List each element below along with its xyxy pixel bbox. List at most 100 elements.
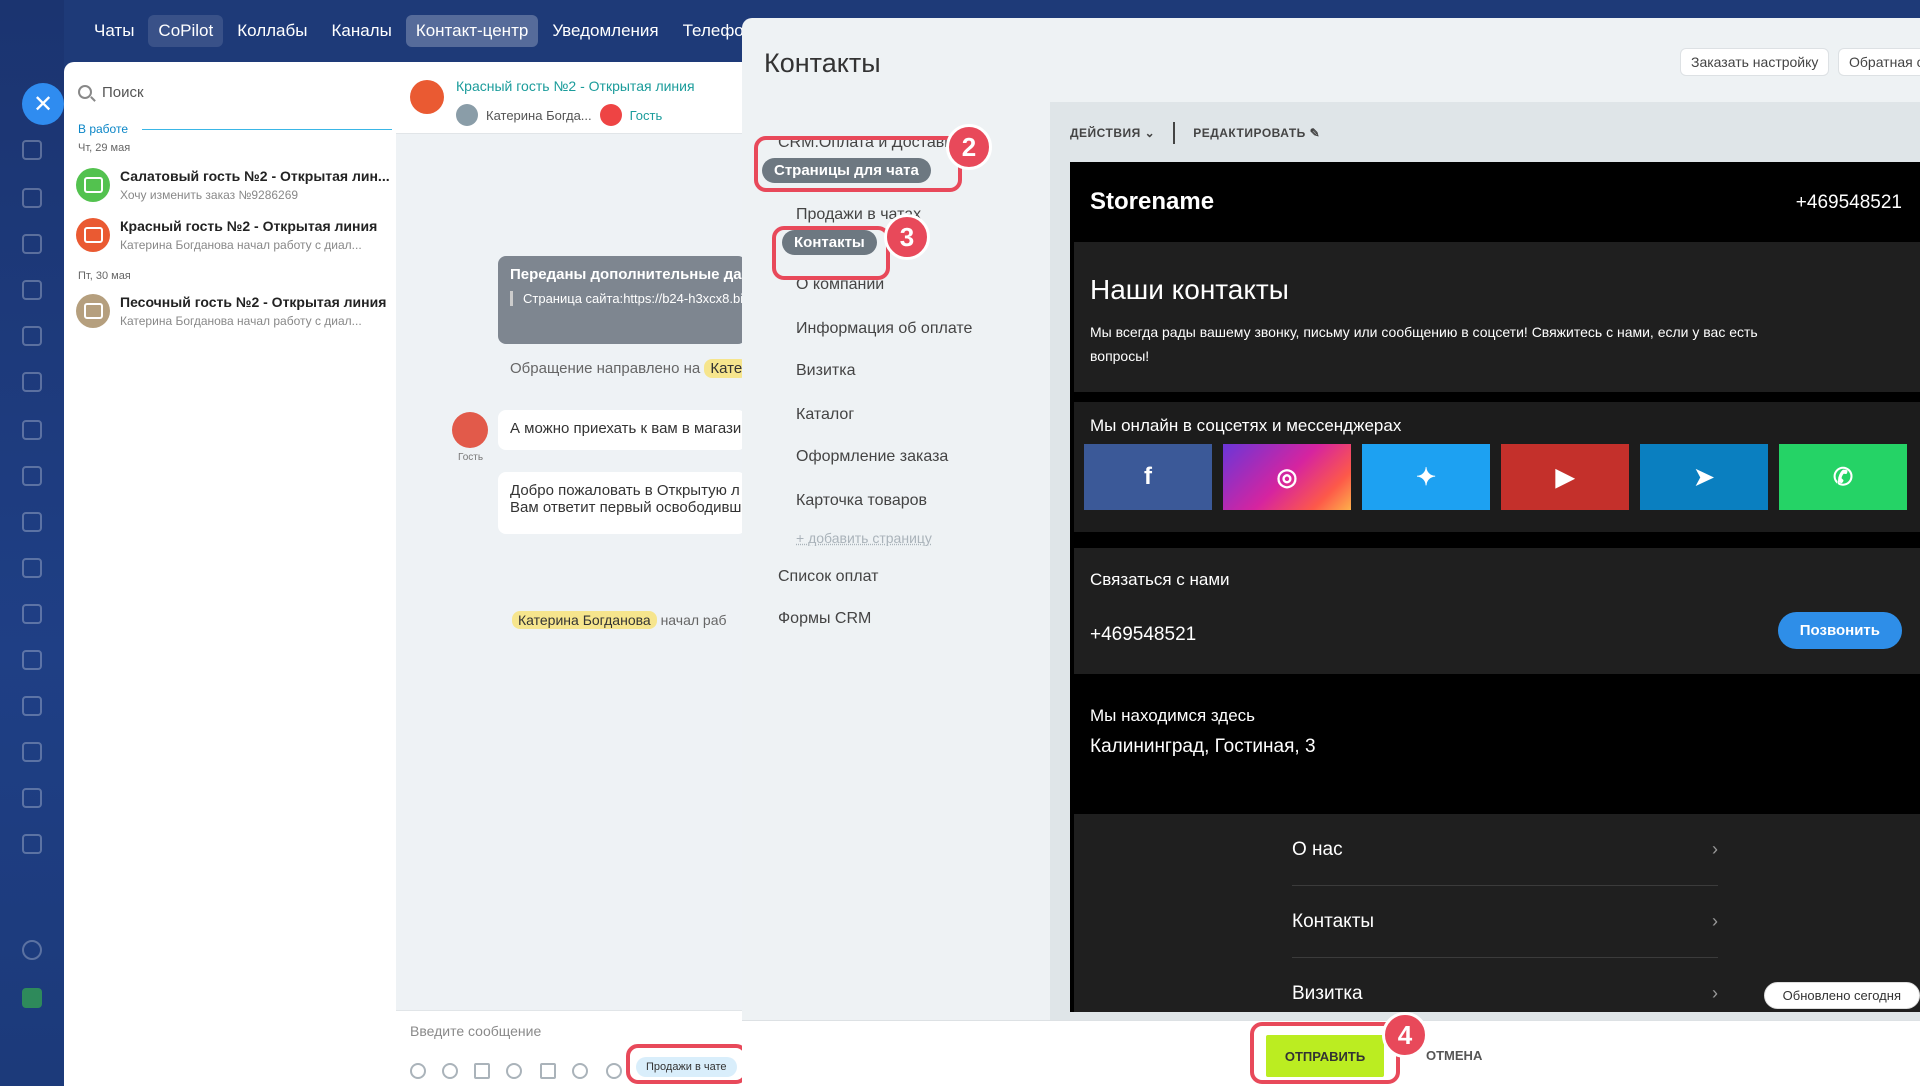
routing-note: Обращение направлено на Кате	[510, 359, 749, 378]
social-title: Мы онлайн в соцсетях и мессенджерах	[1090, 416, 1402, 435]
calendar-icon[interactable]	[540, 1063, 556, 1079]
chat-area: Красный гость №2 - Открытая линия Катери…	[396, 62, 749, 1086]
marketing-icon[interactable]	[22, 420, 42, 440]
nav-channels[interactable]: Каналы	[321, 15, 401, 47]
search-input[interactable]: Поиск	[78, 76, 378, 108]
twitter-icon[interactable]: ✦	[1362, 444, 1490, 510]
nav-collabs[interactable]: Коллабы	[227, 15, 317, 47]
call-button[interactable]: Позвонить	[1777, 612, 1902, 649]
close-icon[interactable]: ✕	[22, 83, 64, 125]
youtube-icon[interactable]: ▶	[1501, 444, 1629, 510]
contact-us-title: Связаться с нами	[1090, 570, 1230, 589]
facebook-icon[interactable]: f	[1084, 444, 1212, 510]
detail-link[interactable]: https://b24-h3xcx8.bi	[623, 291, 743, 306]
nav-row[interactable]: Визитка ›	[1292, 958, 1718, 1012]
callout-frame	[772, 226, 890, 280]
actions-label: ДЕЙСТВИЯ	[1070, 126, 1141, 140]
bot-icon[interactable]	[22, 604, 42, 624]
menu-business-card[interactable]: Визитка	[796, 362, 855, 380]
order-setup-button[interactable]: Заказать настройку	[1680, 48, 1830, 76]
calendar-icon[interactable]	[22, 234, 42, 254]
chevron-right-icon: ›	[1712, 983, 1718, 1003]
nav-row[interactable]: О нас ›	[1292, 814, 1718, 886]
menu-product-card[interactable]: Карточка товаров	[796, 492, 927, 510]
guest-label: Гость	[458, 452, 484, 463]
nav-row[interactable]: Контакты ›	[1292, 886, 1718, 958]
edit-button[interactable]: РЕДАКТИРОВАТЬ ✎	[1193, 126, 1320, 140]
feedback-button[interactable]: Обратная с	[1838, 48, 1920, 76]
sites-icon[interactable]	[22, 650, 42, 670]
app2-icon[interactable]	[22, 834, 42, 854]
rocket-icon[interactable]	[22, 988, 42, 1008]
telegram-icon[interactable]: ➤	[1640, 444, 1768, 510]
feed-icon[interactable]	[22, 188, 42, 208]
menu-catalog[interactable]: Каталог	[796, 406, 854, 424]
contacts-title: Наши контакты	[1090, 274, 1289, 305]
chevron-right-icon: ›	[1712, 911, 1718, 931]
instagram-icon[interactable]: ◎	[1223, 444, 1351, 510]
nav-row-label: О нас	[1292, 838, 1343, 860]
cancel-button[interactable]: ОТМЕНА	[1426, 1048, 1482, 1063]
menu-payment-list[interactable]: Список оплат	[778, 568, 878, 586]
guest-avatar	[599, 104, 622, 126]
chat-item[interactable]: Песочный гость №2 - Открытая линия Катер…	[76, 290, 392, 336]
actions-dropdown[interactable]: ДЕЙСТВИЯ ⌄	[1070, 126, 1155, 140]
contacts-text-line: вопросы!	[1090, 348, 1150, 364]
chat-list-panel: Поиск В работе Чт, 29 мая Салатовый гост…	[64, 62, 396, 1086]
quick-answer-icon[interactable]	[474, 1063, 490, 1079]
chevron-down-icon: ⌄	[1144, 126, 1156, 140]
automation-icon[interactable]	[22, 696, 42, 716]
tasks-icon[interactable]	[22, 140, 42, 160]
gear-icon[interactable]	[22, 940, 42, 960]
code-icon[interactable]	[22, 742, 42, 762]
chat-title[interactable]: Красный гость №2 - Открытая линия	[456, 78, 695, 94]
app-icon[interactable]	[22, 788, 42, 808]
drive-icon[interactable]	[22, 280, 42, 300]
search-icon	[78, 85, 92, 99]
nav-row-label: Контакты	[1292, 910, 1375, 932]
nav-copilot[interactable]: CoPilot	[148, 15, 224, 47]
page-preview: Storename +469548521 Наши контакты Мы вс…	[1070, 162, 1920, 1012]
system-message: Переданы дополнительные данн Страница са…	[498, 256, 746, 344]
mail-icon[interactable]	[22, 558, 42, 578]
system-message-title: Переданы дополнительные данн	[510, 266, 746, 283]
bot-message: Добро пожаловать в Открытую л Вам ответи…	[498, 472, 746, 534]
chat-preview: Катерина Богданова начал работу с диал..…	[120, 314, 362, 328]
message-input[interactable]: Введите сообщение	[410, 1023, 541, 1039]
nav-notifications[interactable]: Уведомления	[542, 15, 668, 47]
chat-item[interactable]: Красный гость №2 - Открытая линия Катери…	[76, 214, 392, 260]
operator-join-text: начал раб	[660, 612, 727, 628]
system-message-detail: Страница сайта:https://b24-h3xcx8.bi	[510, 291, 743, 306]
whatsapp-icon[interactable]: ✆	[1779, 444, 1907, 510]
attach-icon[interactable]	[410, 1063, 426, 1079]
hide-icon[interactable]	[572, 1063, 588, 1079]
chat-participants: Катерина Богда... Гость	[456, 104, 662, 126]
shop-icon[interactable]	[22, 372, 42, 392]
operator-join-note: Катерина Богданова начал раб	[512, 611, 727, 629]
add-page-link[interactable]: + добавить страницу	[796, 530, 932, 546]
chevron-right-icon: ›	[1712, 839, 1718, 859]
menu-crm-forms[interactable]: Формы CRM	[778, 610, 871, 628]
sign-icon[interactable]	[22, 466, 42, 486]
user-icon[interactable]	[442, 1063, 458, 1079]
bot-message-line: Вам ответит первый освободивш	[510, 499, 742, 516]
analytics-icon[interactable]	[22, 512, 42, 532]
section-divider	[142, 129, 392, 130]
date-label: Чт, 29 мая	[78, 142, 131, 154]
chat-item[interactable]: Салатовый гость №2 - Открытая лин... Хоч…	[76, 164, 392, 210]
detail-label: Страница сайта:	[523, 291, 624, 306]
chevron-down-icon[interactable]	[22, 880, 42, 900]
nav-chats[interactable]: Чаты	[84, 15, 144, 47]
slider-panel: Контакты Заказать настройку Обратная с C…	[742, 18, 1920, 1086]
smile-icon[interactable]	[506, 1063, 522, 1079]
menu-payment-info[interactable]: Информация об оплате	[796, 320, 972, 338]
guest-avatar-icon	[452, 412, 488, 448]
crm-icon[interactable]	[22, 326, 42, 346]
nav-contact-center[interactable]: Контакт-центр	[405, 15, 539, 47]
menu-checkout[interactable]: Оформление заказа	[796, 448, 948, 466]
search-placeholder: Поиск	[102, 83, 144, 101]
callout-frame	[754, 136, 962, 192]
callout-badge: 3	[884, 214, 930, 260]
ai-icon[interactable]	[606, 1063, 622, 1079]
routing-note-text: Обращение направлено на	[510, 360, 701, 377]
